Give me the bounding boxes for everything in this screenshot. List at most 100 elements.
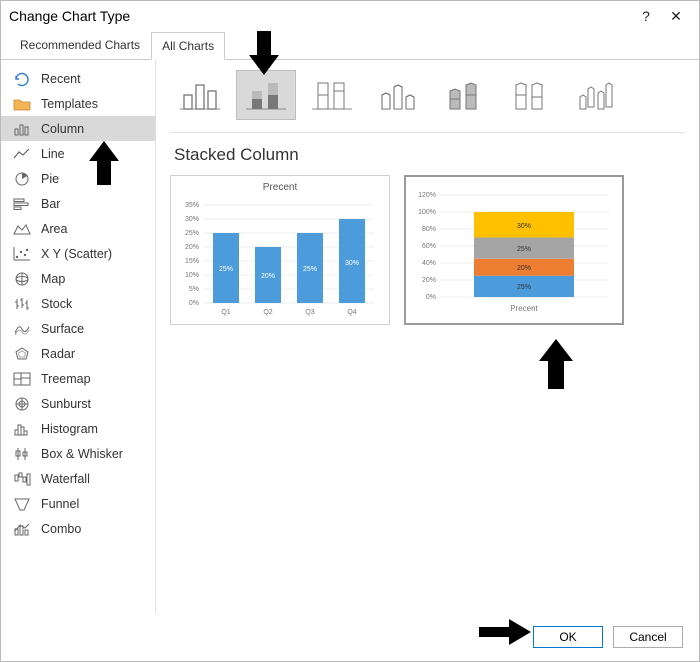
sidebar-item-stock[interactable]: Stock [1, 291, 155, 316]
column-subtype-row [170, 70, 685, 128]
sidebar-item-funnel[interactable]: Funnel [1, 491, 155, 516]
sidebar-item-label: Column [41, 122, 84, 136]
sidebar-item-label: Line [41, 147, 65, 161]
xtick: Q4 [347, 309, 356, 316]
ytick: 15% [185, 258, 199, 265]
sidebar-item-bar[interactable]: Bar [1, 191, 155, 216]
sidebar-item-line[interactable]: Line [1, 141, 155, 166]
preview-row: Precent 0% 5% 10% 15% 20% 25% 30% 35% [170, 175, 685, 325]
sidebar-item-label: Map [41, 272, 65, 286]
scatter-icon [13, 246, 31, 262]
data-label: 25% [219, 266, 233, 273]
sidebar-item-label: Sunburst [41, 397, 91, 411]
sidebar-item-surface[interactable]: Surface [1, 316, 155, 341]
sidebar-item-recent[interactable]: Recent [1, 66, 155, 91]
sidebar-item-label: X Y (Scatter) [41, 247, 112, 261]
line-icon [13, 146, 31, 162]
help-button[interactable]: ? [631, 8, 661, 24]
tab-all-charts[interactable]: All Charts [151, 32, 225, 60]
sidebar-item-label: Templates [41, 97, 98, 111]
ok-button[interactable]: OK [533, 626, 603, 648]
sidebar-item-label: Radar [41, 347, 75, 361]
sidebar-item-templates[interactable]: Templates [1, 91, 155, 116]
ytick: 120% [418, 192, 436, 199]
treemap-icon [13, 371, 31, 387]
sidebar-item-label: Histogram [41, 422, 98, 436]
sidebar-item-label: Area [41, 222, 67, 236]
sidebar-item-radar[interactable]: Radar [1, 341, 155, 366]
subtype-clustered-column[interactable] [170, 70, 230, 120]
sidebar-item-map[interactable]: Map [1, 266, 155, 291]
box-whisker-icon [13, 446, 31, 462]
sidebar-item-label: Surface [41, 322, 84, 336]
histogram-icon [13, 421, 31, 437]
sidebar-item-waterfall[interactable]: Waterfall [1, 466, 155, 491]
subtype-3d-100-stacked-column[interactable] [500, 70, 560, 120]
subtype-100-stacked-column[interactable] [302, 70, 362, 120]
data-label: 25% [303, 266, 317, 273]
subtype-title: Stacked Column [174, 145, 685, 165]
subtype-3d-stacked-column[interactable] [434, 70, 494, 120]
sidebar-item-treemap[interactable]: Treemap [1, 366, 155, 391]
sidebar-item-label: Pie [41, 172, 59, 186]
tab-recommended-charts[interactable]: Recommended Charts [9, 31, 151, 59]
tab-strip: Recommended Charts All Charts [1, 31, 699, 60]
ytick: 10% [185, 272, 199, 279]
subtype-3d-column[interactable] [566, 70, 626, 120]
xtick: Precent [510, 304, 538, 313]
ytick: 20% [185, 244, 199, 251]
ytick: 80% [422, 226, 436, 233]
column-icon [13, 121, 31, 137]
data-label: 20% [261, 273, 275, 280]
recent-icon [13, 71, 31, 87]
area-icon [13, 221, 31, 237]
chart-category-list: Recent Templates Column Line Pie Bar [1, 60, 156, 613]
window-title: Change Chart Type [9, 8, 130, 24]
close-button[interactable]: ✕ [661, 8, 691, 25]
ytick: 5% [189, 286, 199, 293]
main-panel: Stacked Column Precent 0% 5% 10% 15% 20%… [156, 60, 699, 613]
surface-icon [13, 321, 31, 337]
bar-icon [13, 196, 31, 212]
sidebar-item-label: Stock [41, 297, 72, 311]
dialog-footer: OK Cancel [1, 613, 699, 661]
subtype-stacked-column[interactable] [236, 70, 296, 120]
ytick: 40% [422, 260, 436, 267]
data-label: 25% [517, 246, 531, 253]
sidebar-item-sunburst[interactable]: Sunburst [1, 391, 155, 416]
ytick: 60% [422, 243, 436, 250]
sidebar-item-pie[interactable]: Pie [1, 166, 155, 191]
data-label: 30% [517, 223, 531, 230]
preview-clustered-column[interactable]: Precent 0% 5% 10% 15% 20% 25% 30% 35% [170, 175, 390, 325]
map-icon [13, 271, 31, 287]
sidebar-item-label: Combo [41, 522, 81, 536]
sidebar-item-label: Treemap [41, 372, 91, 386]
sidebar-item-column[interactable]: Column [1, 116, 155, 141]
data-label: 30% [345, 260, 359, 267]
cancel-button[interactable]: Cancel [613, 626, 683, 648]
sidebar-item-scatter[interactable]: X Y (Scatter) [1, 241, 155, 266]
titlebar: Change Chart Type ? ✕ [1, 1, 699, 31]
ytick: 0% [189, 300, 199, 307]
funnel-icon [13, 496, 31, 512]
xtick: Q1 [221, 309, 230, 316]
data-label: 25% [517, 284, 531, 291]
ytick: 25% [185, 230, 199, 237]
ytick: 100% [418, 209, 436, 216]
waterfall-icon [13, 471, 31, 487]
ytick: 30% [185, 216, 199, 223]
separator [170, 132, 685, 133]
xtick: Q3 [305, 309, 314, 316]
sidebar-item-area[interactable]: Area [1, 216, 155, 241]
ytick: 35% [185, 202, 199, 209]
sidebar-item-label: Recent [41, 72, 81, 86]
templates-icon [13, 96, 31, 112]
subtype-3d-clustered-column[interactable] [368, 70, 428, 120]
preview-stacked-column[interactable]: 0% 20% 40% 60% 80% 100% 120% [404, 175, 624, 325]
sidebar-item-box-whisker[interactable]: Box & Whisker [1, 441, 155, 466]
sidebar-item-combo[interactable]: Combo [1, 516, 155, 541]
combo-icon [13, 521, 31, 537]
ytick: 20% [422, 277, 436, 284]
sidebar-item-histogram[interactable]: Histogram [1, 416, 155, 441]
change-chart-type-dialog: Change Chart Type ? ✕ Recommended Charts… [0, 0, 700, 662]
